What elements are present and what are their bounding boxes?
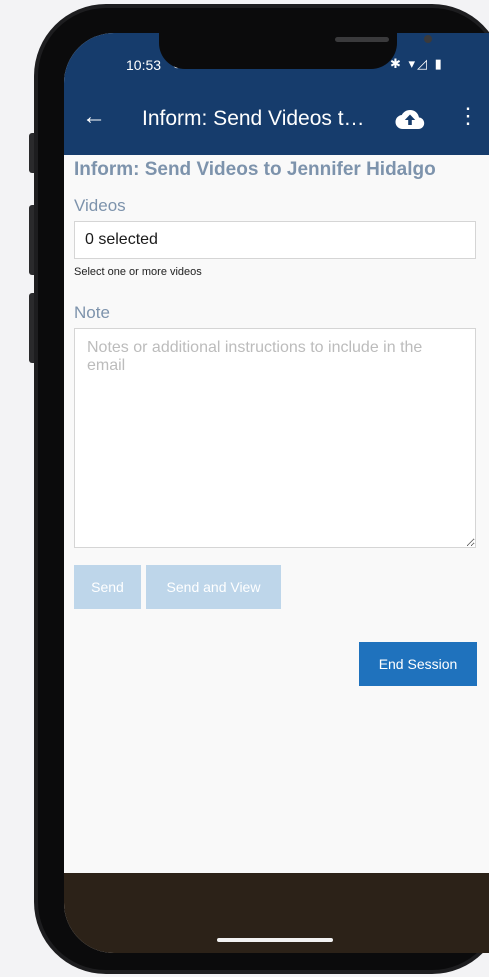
end-session-button[interactable]: End Session <box>359 642 477 686</box>
phone-notch <box>159 33 432 69</box>
more-vert-icon[interactable]: ⋮ <box>457 105 479 127</box>
home-indicator[interactable] <box>217 938 333 942</box>
status-system-icons: ✱ ▾◿ ▮ <box>390 56 444 71</box>
page-title: Inform: Send Videos to Jennifer Hidalgo <box>74 159 436 180</box>
speaker-grille <box>335 37 389 42</box>
front-camera <box>424 35 432 43</box>
phone-screen: 10:53 ⊙ ▭ ▭ ✱ ▾◿ ▮ ← Inform: Send Videos… <box>64 33 489 953</box>
videos-select[interactable]: 0 selected <box>74 221 476 259</box>
status-time: 10:53 <box>126 57 162 73</box>
videos-label: Videos <box>74 196 126 215</box>
videos-hint: Select one or more videos <box>74 266 202 278</box>
note-label: Note <box>74 303 110 322</box>
app-bar: ← Inform: Send Videos t… ⋮ <box>64 85 489 155</box>
form-content: Inform: Send Videos to Jennifer Hidalgo … <box>64 155 489 873</box>
cloud-upload-icon[interactable] <box>395 107 425 131</box>
app-bar-title: Inform: Send Videos t… <box>142 107 365 130</box>
back-arrow-icon[interactable]: ← <box>82 103 106 131</box>
status-bar: 10:53 ⊙ ▭ ▭ ✱ ▾◿ ▮ <box>64 33 489 85</box>
send-button[interactable]: Send <box>74 565 141 609</box>
send-and-view-button[interactable]: Send and View <box>146 565 281 609</box>
note-textarea[interactable] <box>74 328 476 548</box>
bottom-nav-bar <box>64 873 489 953</box>
